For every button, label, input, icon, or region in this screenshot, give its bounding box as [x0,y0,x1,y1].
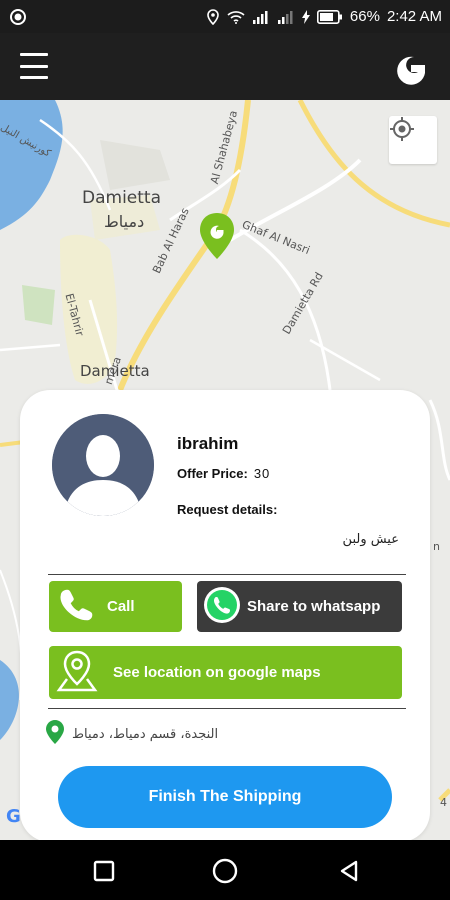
call-button[interactable]: Call [49,581,182,632]
map-marker-icon[interactable] [198,212,236,260]
back-triangle-icon[interactable] [336,858,362,884]
see-location-label: See location on google maps [113,664,321,681]
battery-percent: 66% [349,8,380,25]
battery-icon [316,9,343,24]
system-nav-bar [0,840,450,900]
request-card: ibrahim Offer Price: 30 Request details: … [20,390,430,842]
request-details-label: Request details: [177,502,278,517]
address-row: النجدة، قسم دمياط، دمياط [46,720,218,749]
call-button-label: Call [107,598,135,615]
recents-square-icon[interactable] [91,858,117,884]
address-text: النجدة، قسم دمياط، دمياط [72,727,219,742]
wifi-icon [227,10,245,24]
map-street-label: n [433,540,440,553]
offer-price-label: Offer Price: [177,466,248,481]
offer-price-value: 30 [253,466,271,481]
map-pin-icon [55,649,99,697]
clock: 2:42 AM [386,8,442,25]
divider [48,708,406,709]
map-city-label: Damietta [82,188,161,208]
home-circle-icon[interactable] [212,858,238,884]
app-bar [0,33,450,100]
request-details-text: عيش ولبن [342,532,399,547]
divider [48,574,406,575]
share-whatsapp-button[interactable]: Share to whatsapp [197,581,402,632]
signal-icon [252,10,270,24]
location-icon [206,8,220,25]
user-name: ibrahim [177,434,239,453]
avatar-placeholder-icon [52,414,154,516]
notification-dot-icon [8,7,28,27]
map-street-label: 4 [440,796,447,809]
crosshair-icon [390,117,414,141]
map-city-label-ar: دمياط [104,212,145,231]
whatsapp-icon [203,586,241,628]
charging-icon [301,9,310,24]
see-location-google-maps-button[interactable]: See location on google maps [49,646,402,699]
phone-icon [59,587,95,627]
my-location-button[interactable] [389,116,437,164]
status-bar: 66% 2:42 AM [0,0,450,33]
finish-shipping-button[interactable]: Finish The Shipping [58,766,392,828]
share-whatsapp-label: Share to whatsapp [247,598,381,615]
location-pin-icon [46,720,64,749]
offer-price-row: Offer Price: 30 [177,466,270,481]
signal-icon [277,10,295,24]
google-watermark: G [6,806,21,827]
g-logo-icon [388,43,434,89]
hamburger-menu-icon[interactable] [20,53,48,79]
